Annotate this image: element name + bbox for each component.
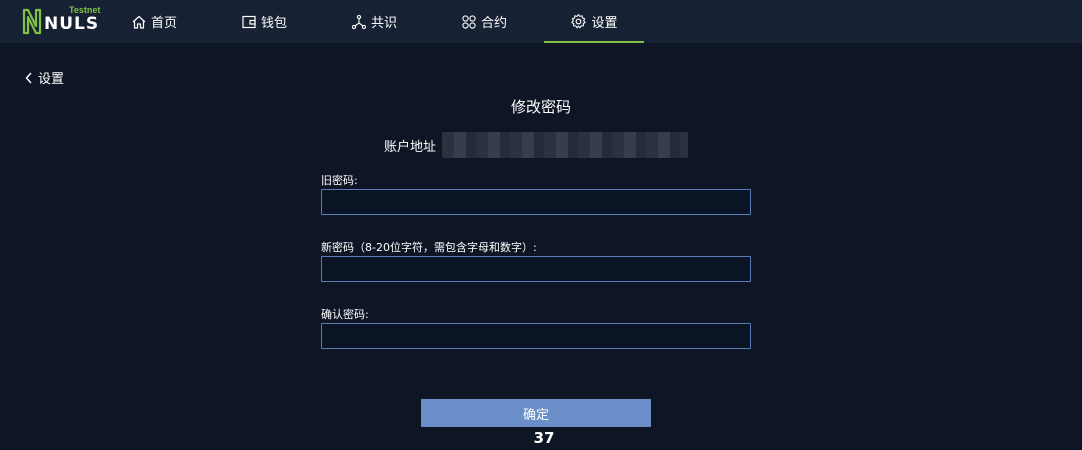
nav-label-home: 首页 [150,16,177,31]
nav-item-wallet[interactable]: 钱包 [214,0,314,43]
nav-item-home[interactable]: 首页 [104,0,204,43]
old-password-label: 旧密码: [321,174,358,187]
home-icon [132,15,146,29]
nav-item-settings[interactable]: 设置 [544,0,644,43]
old-password-input[interactable] [321,189,751,215]
confirm-button[interactable]: 确定 [421,399,651,427]
page-title: 修改密码 [510,98,571,116]
brand-name: NULS [44,14,100,34]
new-password-label: 新密码（8-20位字符，需包含字母和数字）: [321,241,537,254]
gear-icon [571,14,587,29]
nav-label-contract: 合约 [480,16,507,31]
contract-icon [462,14,476,29]
nuls-logo-icon [22,8,42,35]
nav-label-wallet: 钱包 [260,16,287,31]
consensus-icon [351,14,367,29]
nav-label-settings: 设置 [591,16,618,31]
confirm-password-input[interactable] [321,323,751,349]
top-navigation-bar: NULS Testnet 首页 钱包 共识 合约 设置 [0,0,1082,43]
new-password-input[interactable] [321,256,751,282]
back-to-settings-link[interactable]: 设置 [25,68,64,87]
confirm-password-label: 确认密码: [321,308,369,321]
network-badge: Testnet [69,5,101,15]
chevron-left-icon [25,72,32,83]
nav-label-consensus: 共识 [370,16,397,31]
nav-item-consensus[interactable]: 共识 [324,0,424,43]
nuls-logo[interactable]: NULS Testnet [22,5,102,37]
wallet-icon [242,15,256,28]
page-number: 37 [533,429,555,447]
nav-item-contract[interactable]: 合约 [434,0,534,43]
account-address-row: 账户地址 [384,132,689,158]
address-label: 账户地址 [384,139,437,155]
address-value-redacted [442,132,689,158]
back-link-label: 设置 [38,72,65,87]
